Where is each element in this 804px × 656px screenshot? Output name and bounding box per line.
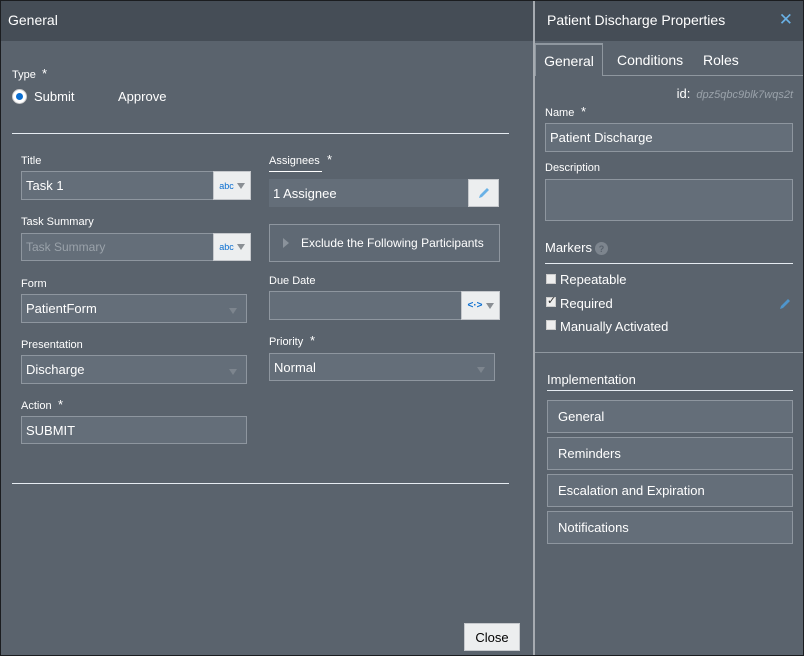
title-label: Title [21,155,42,167]
presentation-select-value: Discharge [26,362,85,377]
markers-label: Markers [545,240,592,255]
tab-conditions[interactable]: Conditions [617,43,683,76]
properties-tabs: General Conditions Roles [535,41,803,76]
properties-panel-header: Patient Discharge Properties ✕ [535,1,803,41]
form-select-value: PatientForm [26,301,97,316]
assignees-field[interactable]: 1 Assignee [269,179,469,207]
general-panel-title: General [8,12,58,28]
task-summary-type-dropdown[interactable]: abc [213,233,251,261]
assignees-required-mark: * [327,152,333,167]
action-input[interactable]: SUBMIT [21,416,247,444]
edit-assignees-button[interactable] [468,179,499,207]
id-value: dpz5qbc9blk7wqs2t [696,89,793,101]
radio-approve-label[interactable]: Approve [118,89,166,104]
general-panel-header: General [1,1,533,41]
task-summary-label: Task Summary [21,216,94,228]
title-type-dropdown[interactable]: abc [213,171,251,200]
exclude-participants-label: Exclude the Following Participants [301,236,484,250]
radio-submit[interactable] [12,89,27,104]
pencil-icon [477,186,491,200]
implementation-label: Implementation [547,372,636,387]
priority-select-value: Normal [274,359,316,375]
chevron-down-icon [236,182,245,189]
assignees-label: Assignees [269,155,322,172]
properties-panel: Patient Discharge Properties ✕ General C… [535,1,803,655]
type-label: Type [12,69,36,81]
chevron-down-icon [477,367,485,373]
manually-activated-label[interactable]: Manually Activated [560,319,668,334]
text-type-icon: abc [219,242,234,252]
implementation-escalation-button[interactable]: Escalation and Expiration [547,474,793,507]
presentation-select[interactable]: Discharge [21,355,247,384]
manually-activated-checkbox[interactable] [546,320,556,330]
task-summary-input[interactable]: Task Summary [21,233,214,261]
priority-select[interactable]: Normal [269,353,495,381]
due-date-label: Due Date [269,275,316,287]
implementation-reminders-button[interactable]: Reminders [547,437,793,470]
form-select[interactable]: PatientForm [21,294,247,323]
due-date-input[interactable] [269,291,462,320]
name-input[interactable]: Patient Discharge [545,123,793,152]
title-input[interactable]: Task 1 [21,171,214,200]
implementation-divider [547,390,793,391]
markers-divider [545,263,793,264]
description-input[interactable] [545,179,793,221]
implementation-notifications-button[interactable]: Notifications [547,511,793,544]
chevron-down-icon [229,369,237,375]
text-type-icon: abc [219,180,234,191]
repeatable-checkbox[interactable] [546,274,556,284]
description-label: Description [545,162,601,174]
properties-panel-title: Patient Discharge Properties [547,12,726,28]
expand-triangle-icon [283,238,289,248]
help-icon[interactable]: ? [595,242,608,255]
chevron-down-icon [485,302,494,309]
name-required-mark: * [581,104,587,119]
element-id: id: dpz5qbc9blk7wqs2t [677,86,793,101]
radio-submit-label[interactable]: Submit [34,89,74,104]
tab-general[interactable]: General [535,43,603,76]
required-label[interactable]: Required [560,296,613,311]
type-required-mark: * [42,66,48,81]
dialog-frame: General Type * Submit Approve Title Task… [1,1,803,655]
tabs-underline [603,75,803,76]
close-button[interactable]: Close [464,623,520,651]
exclude-participants-toggle[interactable]: Exclude the Following Participants [269,224,500,262]
presentation-label: Presentation [21,339,83,351]
section-divider [12,133,509,134]
due-date-type-dropdown[interactable]: <·> [461,291,500,320]
section-divider-bottom [12,483,509,484]
repeatable-label[interactable]: Repeatable [560,272,627,287]
action-required-mark: * [58,397,64,412]
action-label: Action [21,400,52,412]
section-divider [535,352,803,353]
chevron-down-icon [236,244,245,250]
general-panel: General Type * Submit Approve Title Task… [1,1,533,655]
form-label: Form [21,278,47,290]
expression-icon: <·> [467,300,483,311]
id-label: id: [676,86,691,101]
tab-roles[interactable]: Roles [703,43,739,76]
chevron-down-icon [229,308,237,314]
implementation-general-button[interactable]: General [547,400,793,433]
name-label: Name [545,107,575,119]
close-icon[interactable]: ✕ [779,10,793,30]
priority-label: Priority [269,336,304,348]
required-checkbox[interactable] [546,294,556,307]
priority-required-mark: * [310,333,316,348]
edit-required-pencil-icon[interactable] [778,297,792,311]
